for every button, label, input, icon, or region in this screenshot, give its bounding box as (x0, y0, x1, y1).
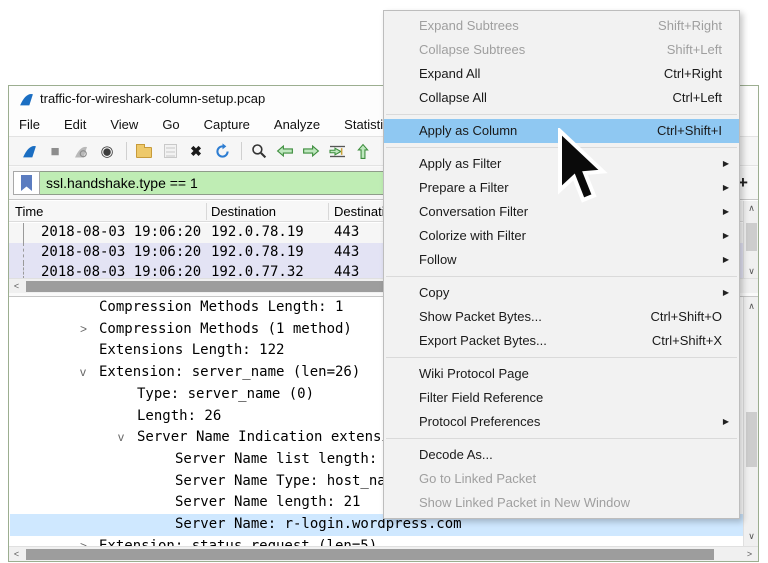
scroll-right-icon[interactable]: > (742, 547, 757, 561)
scroll-down-icon[interactable]: ∨ (744, 264, 758, 279)
menu-item-follow[interactable]: Follow▶ (384, 248, 739, 272)
cell-destination: 192.0.78.19 (211, 224, 304, 240)
menu-item-protocol-preferences[interactable]: Protocol Preferences▶ (384, 410, 739, 434)
bookmark-icon (21, 175, 32, 191)
menu-item-collapse-subtrees: Collapse SubtreesShift+Left (384, 38, 739, 62)
wireshark-logo-icon (18, 91, 35, 107)
submenu-arrow-icon: ▶ (723, 281, 729, 305)
menu-separator (386, 276, 737, 277)
detail-vertical-scrollbar[interactable]: ∧ ∨ (743, 297, 758, 546)
column-divider[interactable] (328, 203, 329, 220)
desktop: traffic-for-wireshark-column-setup.pcap … (0, 0, 768, 563)
menu-separator (386, 438, 737, 439)
expander-collapsed-icon[interactable]: > (80, 319, 87, 341)
menu-item-filter-field-reference[interactable]: Filter Field Reference (384, 386, 739, 410)
menu-go[interactable]: Go (162, 117, 179, 132)
menu-item-show-linked-packet-in-new-window: Show Linked Packet in New Window (384, 491, 739, 515)
menu-item-colorize-with-filter[interactable]: Colorize with Filter▶ (384, 224, 739, 248)
scroll-left-icon[interactable]: < (9, 547, 24, 561)
menu-item-expand-all[interactable]: Expand AllCtrl+Right (384, 62, 739, 86)
column-divider[interactable] (206, 203, 207, 220)
go-to-packet-icon[interactable] (325, 140, 349, 162)
menu-analyze[interactable]: Analyze (274, 117, 320, 132)
toolbar-separator (126, 142, 127, 160)
menu-view[interactable]: View (110, 117, 138, 132)
submenu-arrow-icon: ▶ (723, 200, 729, 224)
submenu-arrow-icon: ▶ (723, 152, 729, 176)
menu-edit[interactable]: Edit (64, 117, 86, 132)
related-packet-mark (23, 263, 24, 279)
scrollbar-thumb[interactable] (26, 549, 714, 560)
packet-list-vertical-scrollbar[interactable]: ∧ ∨ (743, 201, 758, 279)
menu-separator (386, 357, 737, 358)
expander-expanded-icon[interactable]: v (118, 427, 124, 449)
menu-item-copy[interactable]: Copy▶ (384, 281, 739, 305)
submenu-arrow-icon: ▶ (723, 410, 729, 434)
go-forward-icon[interactable] (299, 140, 323, 162)
scroll-up-icon[interactable]: ∧ (744, 299, 758, 314)
cell-dest-port: 443 (334, 244, 359, 260)
submenu-arrow-icon: ▶ (723, 248, 729, 272)
cell-time: 2018-08-03 19:06:20 (41, 224, 201, 240)
restart-capture-icon[interactable] (69, 140, 93, 162)
scroll-left-icon[interactable]: < (9, 279, 24, 293)
submenu-arrow-icon: ▶ (723, 224, 729, 248)
expander-expanded-icon[interactable]: v (80, 362, 86, 384)
detail-horizontal-scrollbar[interactable]: < > (9, 546, 758, 561)
column-header-time[interactable]: Time (15, 204, 43, 219)
mouse-cursor-icon (556, 128, 610, 206)
menu-item-export-packet-bytes[interactable]: Export Packet Bytes...Ctrl+Shift+X (384, 329, 739, 353)
scroll-up-icon[interactable]: ∧ (744, 201, 758, 216)
cell-dest-port: 443 (334, 224, 359, 240)
reload-icon[interactable] (210, 140, 234, 162)
menu-separator (386, 114, 737, 115)
related-packet-mark (23, 223, 24, 243)
capture-options-icon[interactable]: ◉ (95, 140, 119, 162)
toolbar-separator (241, 142, 242, 160)
menu-item-collapse-all[interactable]: Collapse AllCtrl+Left (384, 86, 739, 110)
go-back-icon[interactable] (273, 140, 297, 162)
window-title: traffic-for-wireshark-column-setup.pcap (40, 91, 265, 106)
scrollbar-thumb[interactable] (746, 412, 757, 467)
close-file-icon[interactable]: ✖ (184, 140, 208, 162)
go-up-icon[interactable] (351, 140, 375, 162)
scrollbar-thumb[interactable] (746, 223, 757, 251)
find-packet-icon[interactable] (247, 140, 271, 162)
cell-destination: 192.0.78.19 (211, 244, 304, 260)
save-file-icon[interactable] (158, 140, 182, 162)
related-packet-mark (23, 243, 24, 263)
menu-item-decode-as[interactable]: Decode As... (384, 443, 739, 467)
menu-file[interactable]: File (19, 117, 40, 132)
filter-bookmark-button[interactable] (13, 171, 40, 195)
menu-item-expand-subtrees: Expand SubtreesShift+Right (384, 14, 739, 38)
context-menu: Expand SubtreesShift+Right Collapse Subt… (383, 10, 740, 519)
open-file-icon[interactable] (132, 140, 156, 162)
menu-capture[interactable]: Capture (204, 117, 250, 132)
stop-capture-icon[interactable]: ■ (43, 140, 67, 162)
menu-item-show-packet-bytes[interactable]: Show Packet Bytes...Ctrl+Shift+O (384, 305, 739, 329)
scroll-down-icon[interactable]: ∨ (744, 529, 758, 544)
cell-time: 2018-08-03 19:06:20 (41, 244, 201, 260)
start-capture-icon[interactable] (17, 140, 41, 162)
submenu-arrow-icon: ▶ (723, 176, 729, 200)
menu-item-wiki-protocol-page[interactable]: Wiki Protocol Page (384, 362, 739, 386)
menu-item-go-to-linked-packet: Go to Linked Packet (384, 467, 739, 491)
column-header-destination[interactable]: Destination (211, 204, 276, 219)
